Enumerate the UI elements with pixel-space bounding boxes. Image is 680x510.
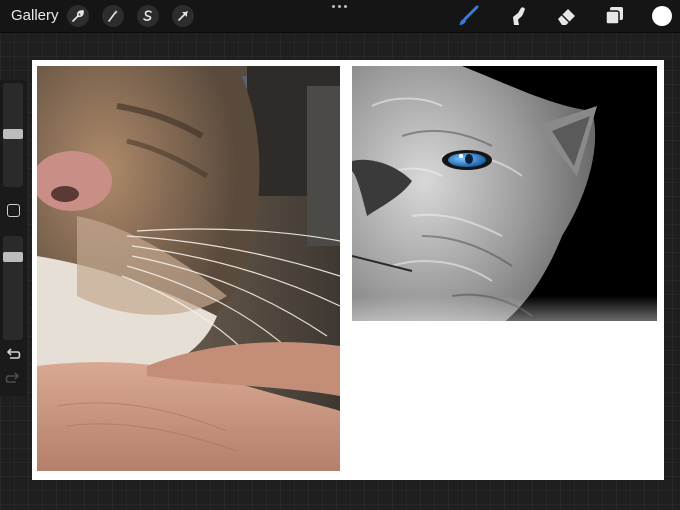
- selection-icon: [143, 10, 152, 21]
- transform-button[interactable]: [172, 5, 194, 27]
- cat-photo: [37, 66, 340, 471]
- brush-tool-button[interactable]: [456, 4, 480, 28]
- gallery-button[interactable]: Gallery: [11, 7, 59, 24]
- selection-button[interactable]: [137, 5, 159, 27]
- brush-size-handle[interactable]: [3, 129, 23, 139]
- layers-button[interactable]: [603, 4, 627, 28]
- sidebar: [0, 80, 27, 396]
- color-picker-button[interactable]: [652, 6, 672, 26]
- transform-arrow-icon: [178, 11, 188, 21]
- adjustments-button[interactable]: [102, 5, 124, 27]
- magic-wand-icon: [108, 10, 118, 22]
- redo-icon[interactable]: [5, 372, 21, 386]
- more-options-button[interactable]: [331, 2, 349, 10]
- eraser-tool-button[interactable]: [555, 4, 579, 28]
- actions-button[interactable]: [67, 5, 89, 27]
- layers-icon: [605, 7, 623, 25]
- brush-icon: [459, 5, 479, 25]
- eraser-icon: [558, 9, 575, 25]
- smudge-tool-button[interactable]: [506, 4, 530, 28]
- opacity-handle[interactable]: [3, 252, 23, 262]
- cat-painting: [352, 66, 657, 471]
- smudge-icon: [513, 7, 525, 26]
- modify-button[interactable]: [7, 204, 20, 217]
- wrench-icon: [72, 10, 84, 22]
- undo-icon[interactable]: [5, 348, 21, 362]
- drawing-canvas[interactable]: [32, 60, 664, 480]
- top-toolbar: Gallery: [0, 0, 680, 33]
